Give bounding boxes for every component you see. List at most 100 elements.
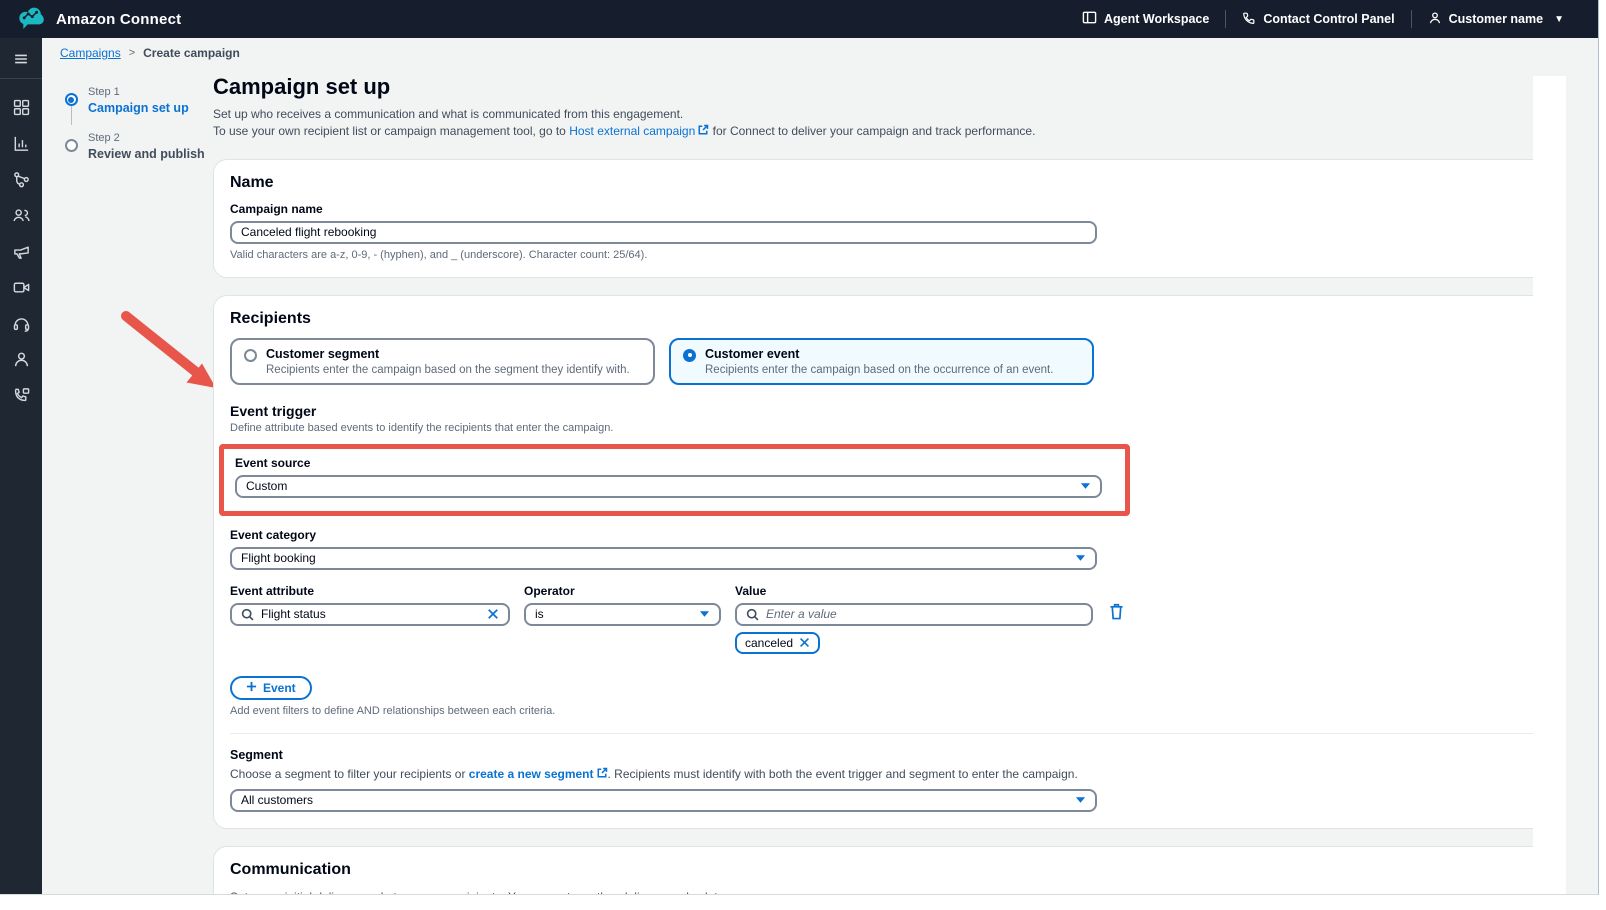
event-category-label: Event category [230, 528, 1533, 542]
page-description-line2: To use your own recipient list or campai… [213, 123, 1550, 141]
event-source-label: Event source [235, 456, 1114, 470]
create-new-segment-link[interactable]: create a new segment [469, 767, 594, 781]
remove-token-icon[interactable] [799, 637, 810, 648]
event-attribute-input[interactable] [261, 607, 480, 621]
add-event-button[interactable]: Event [230, 676, 312, 700]
value-label: Value [735, 584, 1093, 598]
contact-phone-icon[interactable] [0, 377, 42, 413]
step-1-indicator [65, 93, 78, 106]
step-connector-line [71, 106, 72, 125]
contact-control-panel-label: Contact Control Panel [1263, 12, 1394, 26]
operator-label: Operator [524, 584, 721, 598]
agent-workspace-button[interactable]: Agent Workspace [1066, 10, 1225, 28]
event-attribute-label: Event attribute [230, 584, 510, 598]
operator-value: is [535, 607, 544, 621]
step-1-title[interactable]: Campaign set up [88, 101, 189, 115]
event-trigger-heading: Event trigger [230, 403, 1533, 419]
segment-desc-suffix: . Recipients must identify with both the… [608, 767, 1078, 781]
user-icon [1428, 11, 1442, 28]
step-navigation: Step 1 Campaign set up Step 2 Review and… [64, 80, 214, 171]
chevron-down-icon [1075, 551, 1086, 565]
customer-segment-description: Recipients enter the campaign based on t… [266, 364, 630, 376]
segment-label: Segment [230, 748, 1533, 762]
segment-description: Choose a segment to filter your recipien… [230, 767, 1533, 782]
step-2-title[interactable]: Review and publish [88, 147, 205, 161]
delete-filter-button[interactable] [1109, 603, 1124, 623]
event-source-select[interactable]: Custom [235, 475, 1102, 498]
add-event-label: Event [263, 681, 296, 695]
host-external-campaign-link[interactable]: Host external campaign [569, 124, 695, 138]
page-description2-prefix: To use your own recipient list or campai… [213, 124, 569, 138]
phone-icon [1242, 11, 1256, 28]
topbar-actions: Agent Workspace Contact Control Panel Cu… [1066, 10, 1580, 28]
scrollbar-gutter[interactable] [1533, 76, 1566, 894]
step-2-label: Step 2 [88, 132, 205, 144]
name-card-title: Name [230, 174, 1533, 192]
campaign-name-label: Campaign name [230, 202, 1533, 216]
search-icon [746, 608, 759, 621]
section-divider [230, 733, 1533, 734]
chevron-down-icon [699, 607, 710, 621]
search-icon [241, 608, 254, 621]
event-category-block: Event category Flight booking [230, 528, 1533, 570]
campaigns-icon[interactable] [0, 233, 42, 269]
value-token-chip: canceled [735, 632, 820, 654]
value-input[interactable] [766, 607, 1082, 621]
customer-event-option[interactable]: Customer event Recipients enter the camp… [669, 338, 1094, 385]
name-card: Name Campaign name Valid characters are … [213, 159, 1550, 278]
users-icon[interactable] [0, 197, 42, 233]
radio-unselected-icon [244, 349, 257, 362]
customer-segment-option[interactable]: Customer segment Recipients enter the ca… [230, 338, 655, 385]
metrics-icon[interactable] [0, 125, 42, 161]
app-window: Amazon Connect Agent Workspace Contact C… [0, 0, 1599, 895]
page-title: Campaign set up [213, 74, 1550, 100]
recipient-type-tiles: Customer segment Recipients enter the ca… [230, 338, 1533, 385]
event-source-value: Custom [246, 479, 287, 493]
campaign-name-input[interactable] [241, 225, 1086, 239]
chevron-down-icon [1080, 479, 1091, 493]
dashboard-icon[interactable] [0, 89, 42, 125]
customer-event-label: Customer event [705, 347, 1053, 361]
radio-selected-icon [683, 349, 696, 362]
content-area: Campaigns > Create campaign Step 1 Campa… [42, 38, 1566, 894]
clear-attribute-icon[interactable] [487, 608, 499, 620]
communication-card: Communication Set up an initial delivery… [213, 846, 1550, 895]
segment-value: All customers [241, 793, 313, 807]
video-icon[interactable] [0, 269, 42, 305]
routing-icon[interactable] [0, 161, 42, 197]
step-1: Step 1 Campaign set up [64, 80, 214, 125]
app-title: Amazon Connect [56, 11, 181, 28]
step-2-indicator [65, 139, 78, 152]
customer-segment-label: Customer segment [266, 347, 630, 361]
page-description-line1: Set up who receives a communication and … [213, 106, 1550, 123]
profile-icon[interactable] [0, 341, 42, 377]
segment-desc-prefix: Choose a segment to filter your recipien… [230, 767, 469, 781]
step-1-label: Step 1 [88, 86, 189, 98]
communication-description: Set up an initial delivery mode to engag… [230, 889, 1533, 895]
customer-name-menu[interactable]: Customer name ▼ [1412, 11, 1580, 28]
page-description2-suffix: for Connect to deliver your campaign and… [709, 124, 1035, 138]
left-sidebar [0, 38, 42, 894]
main-panel: Campaign set up Set up who receives a co… [213, 74, 1550, 895]
segment-select[interactable]: All customers [230, 789, 1097, 812]
agent-workspace-label: Agent Workspace [1104, 12, 1209, 26]
recipients-card-title: Recipients [230, 310, 1533, 328]
external-link-icon [596, 767, 608, 782]
contact-control-panel-button[interactable]: Contact Control Panel [1226, 11, 1410, 28]
customer-event-description: Recipients enter the campaign based on t… [705, 364, 1053, 376]
workspace-panel-icon [1082, 10, 1097, 28]
event-attribute-field[interactable] [230, 603, 510, 626]
event-filter-row: Event attribute Operator is [230, 584, 1533, 626]
value-field[interactable] [735, 603, 1093, 626]
event-trigger-description: Define attribute based events to identif… [230, 422, 1533, 434]
menu-icon[interactable] [0, 38, 42, 79]
breadcrumb-campaigns-link[interactable]: Campaigns [60, 46, 121, 60]
plus-icon [246, 681, 257, 695]
operator-select[interactable]: is [524, 603, 721, 626]
event-category-select[interactable]: Flight booking [230, 547, 1097, 570]
breadcrumb: Campaigns > Create campaign [60, 46, 240, 60]
brand: Amazon Connect [14, 3, 181, 35]
add-event-help: Add event filters to define AND relation… [230, 705, 1533, 717]
headset-icon[interactable] [0, 305, 42, 341]
chevron-down-icon [1075, 793, 1086, 807]
